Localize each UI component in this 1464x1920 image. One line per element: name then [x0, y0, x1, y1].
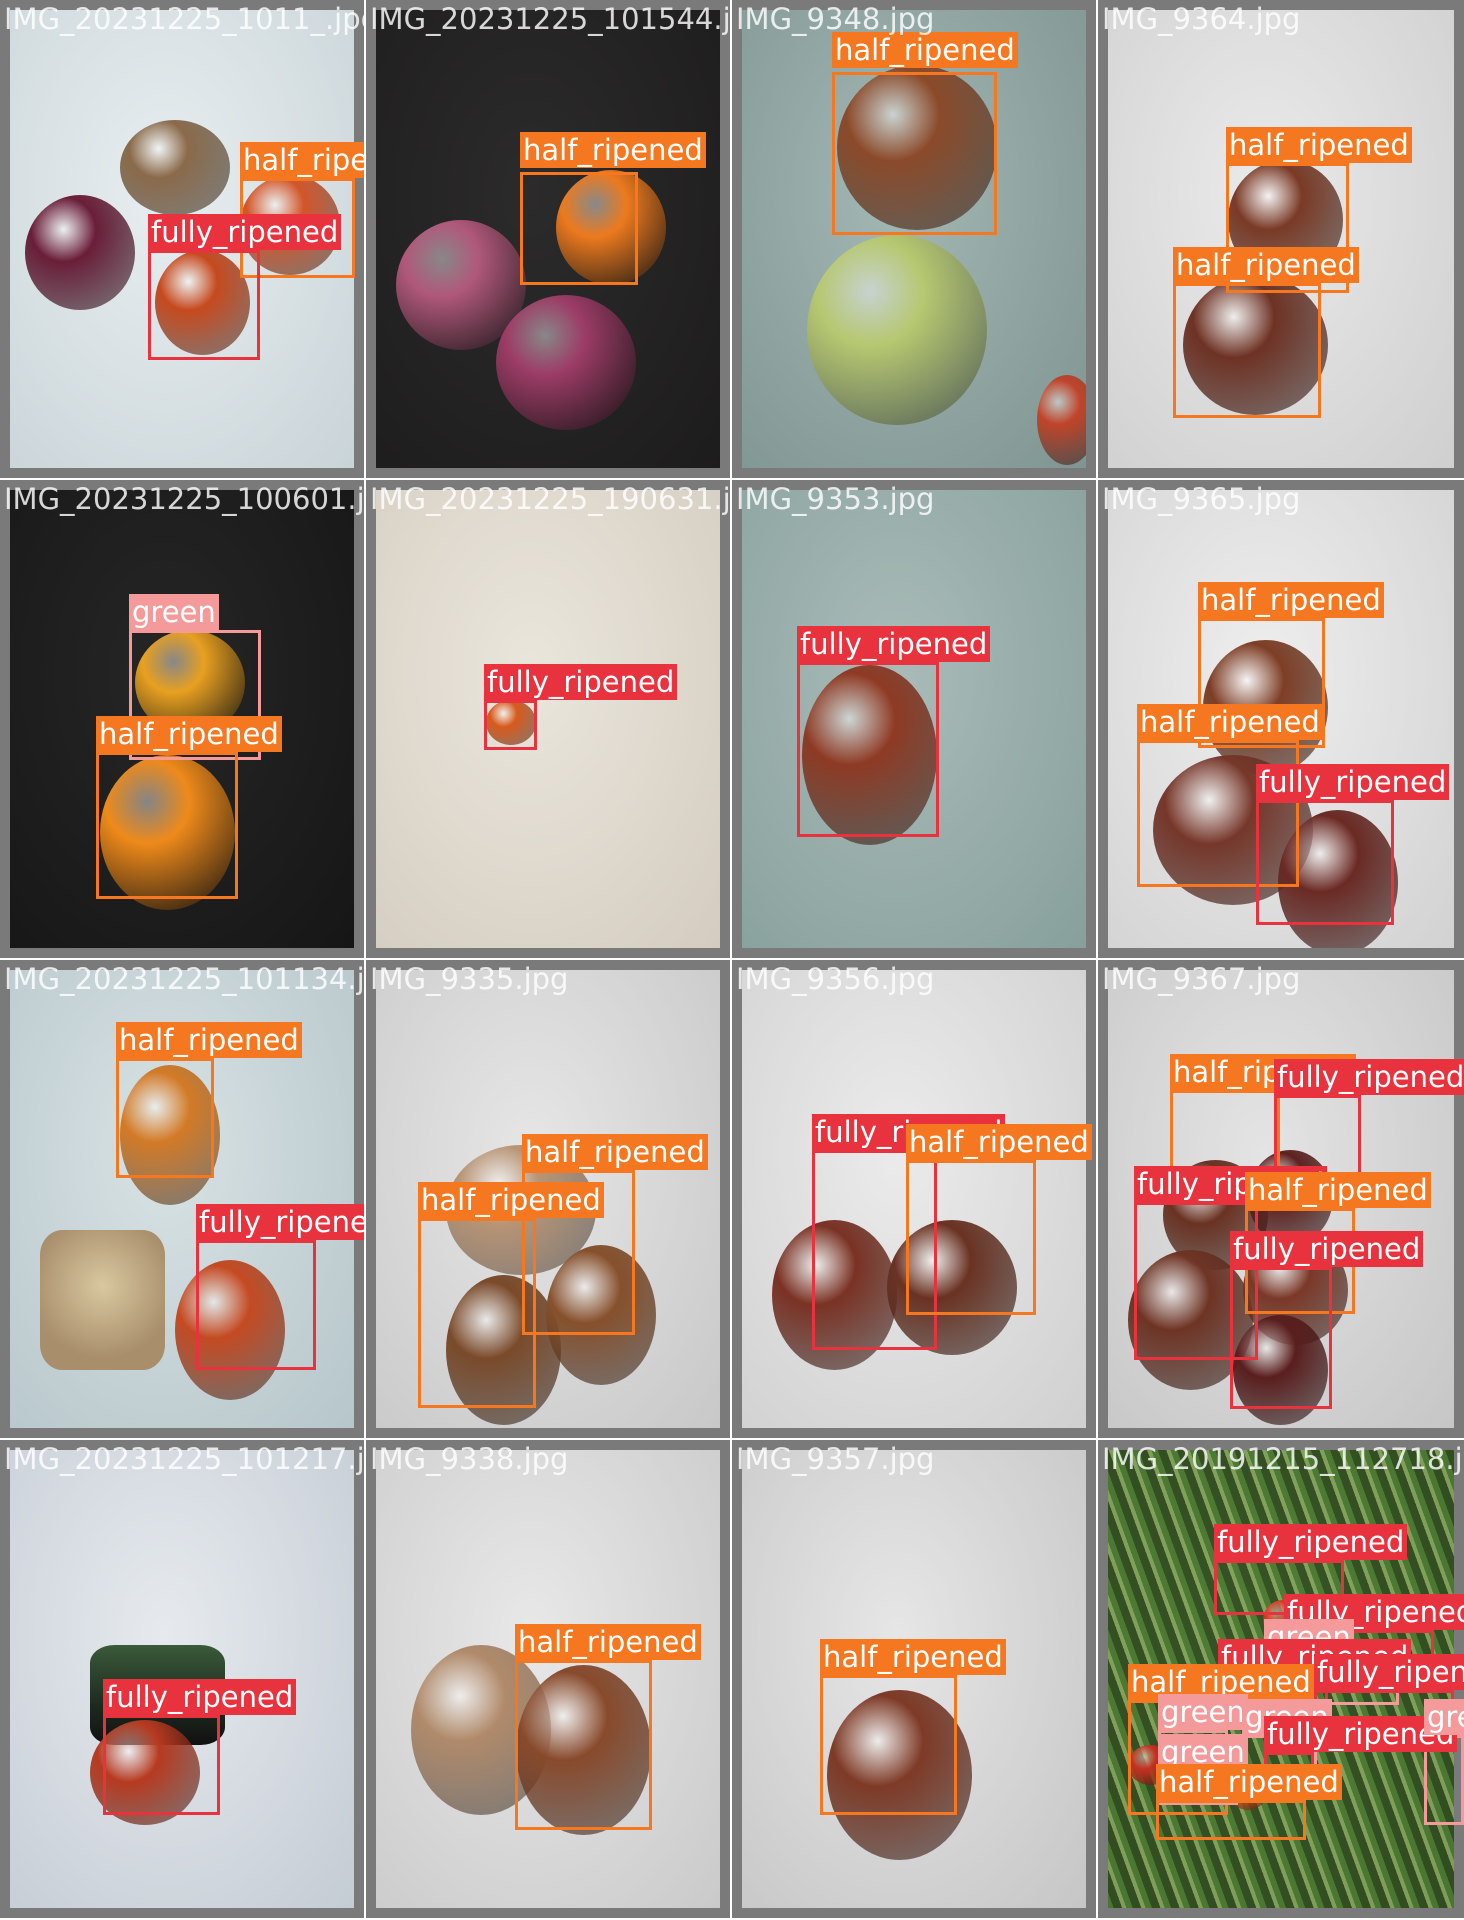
- green-label: green: [1424, 1699, 1464, 1735]
- fully-ripened-label: fully_ripened: [484, 664, 678, 700]
- half-ripened-label: half_ripened: [1245, 1172, 1431, 1208]
- fully-ripened-bounding-box: [103, 1715, 220, 1815]
- onion-object: [496, 295, 636, 430]
- fully-ripened-bounding-box: [1256, 800, 1394, 925]
- green-label: green: [129, 594, 219, 630]
- result-tile: IMG_20191215_112718.jpg fully_ripened full…: [1098, 1440, 1464, 1918]
- green-label: green: [1158, 1694, 1248, 1730]
- fully-ripened-label: fully_ripened: [148, 214, 342, 250]
- result-tile: IMG_9367.jpg half_ripened fully_ripened ful…: [1098, 960, 1464, 1438]
- half-ripened-bounding-box: [515, 1660, 652, 1830]
- half-ripened-label: half_ripened: [520, 132, 706, 168]
- fully-ripened-label: fully_ripened: [1230, 1231, 1424, 1267]
- half-ripened-bounding-box: [1156, 1800, 1306, 1840]
- fully-ripened-label: fully_ripened: [797, 626, 991, 662]
- image-filename: IMG_20191215_112718.jpg: [1102, 1442, 1464, 1476]
- cap-object: [40, 1230, 165, 1370]
- potato-object: [120, 120, 230, 215]
- half-ripened-bounding-box: [96, 752, 238, 899]
- fully-ripened-bounding-box: [484, 700, 537, 750]
- half-ripened-label: half_ripened: [820, 1639, 1006, 1675]
- half-ripened-label: half_ripened: [1226, 127, 1412, 163]
- result-tile: IMG_20231225_101134.jpg half_ripenedfully…: [0, 960, 364, 1438]
- half-ripened-bounding-box: [832, 72, 997, 235]
- image-filename: IMG_20231225_101217.jpg: [4, 1442, 364, 1476]
- image-filename: IMG_20231225_101134.jpg: [4, 962, 364, 996]
- half-ripened-label: half_ripened: [1198, 582, 1384, 618]
- fully-ripened-label: fully_ripened: [103, 1679, 297, 1715]
- half-ripened-label: half_ripened: [832, 32, 1018, 68]
- image-filename: IMG_20231225_101544.jpg: [370, 2, 730, 36]
- half-ripened-label: half_ripened: [96, 716, 282, 752]
- tomato-object: [1037, 375, 1086, 465]
- result-tile: IMG_20231225_101217.jpg fully_ripened: [0, 1440, 364, 1918]
- fully-ripened-label: fully_ripened: [1314, 1654, 1464, 1690]
- half-ripened-label: half_ripened: [240, 142, 364, 178]
- result-tile: IMG_9348.jpg half_ripened: [732, 0, 1096, 478]
- fully-ripened-bounding-box: [196, 1240, 316, 1370]
- half-ripened-bounding-box: [520, 172, 638, 285]
- fully-ripened-label: fully_ripened: [1214, 1524, 1408, 1560]
- half-ripened-label: half_ripened: [116, 1022, 302, 1058]
- half-ripened-bounding-box: [1173, 283, 1321, 418]
- half-ripened-label: half_ripened: [1156, 1764, 1342, 1800]
- image-filename: IMG_9353.jpg: [736, 482, 935, 516]
- result-tile: IMG_20231225_100601.jpggreen half_ripened: [0, 480, 364, 958]
- half-ripened-bounding-box: [418, 1218, 536, 1408]
- image-filename: IMG_20231225_1011_.jpg: [4, 2, 364, 36]
- result-tile: IMG_9338.jpg half_ripened: [366, 1440, 730, 1918]
- image-filename: IMG_9356.jpg: [736, 962, 935, 996]
- detection-results-grid: IMG_20231225_1011_.jpg half_ripened fully_…: [0, 0, 1464, 1920]
- image-filename: IMG_9365.jpg: [1102, 482, 1301, 516]
- result-tile: IMG_20231225_101544.jpg half_ripened: [366, 0, 730, 478]
- image-filename: IMG_9338.jpg: [370, 1442, 569, 1476]
- image-filename: IMG_9364.jpg: [1102, 2, 1301, 36]
- result-tile: IMG_9365.jpg half_ripened half_ripenedfull…: [1098, 480, 1464, 958]
- result-tile: IMG_9353.jpg fully_ripened: [732, 480, 1096, 958]
- fully-ripened-bounding-box: [797, 662, 939, 837]
- result-tile: IMG_9357.jpg half_ripened: [732, 1440, 1096, 1918]
- half-ripened-label: half_ripened: [1137, 704, 1323, 740]
- image-filename: IMG_20231225_190631.jpg: [370, 482, 730, 516]
- half-ripened-bounding-box: [906, 1160, 1036, 1315]
- image-filename: IMG_9348.jpg: [736, 2, 935, 36]
- half-ripened-bounding-box: [820, 1675, 957, 1815]
- image-filename: IMG_20231225_100601.jpg: [4, 482, 364, 516]
- result-tile: IMG_20231225_190631.jpg fully_ripened: [366, 480, 730, 958]
- half-ripened-label: half_ripened: [522, 1134, 708, 1170]
- result-tile: IMG_9335.jpg half_ripened half_ripened: [366, 960, 730, 1438]
- result-tile: IMG_9364.jpg half_ripened half_ripened: [1098, 0, 1464, 478]
- half-ripened-label: half_ripened: [906, 1124, 1092, 1160]
- image-filename: IMG_9367.jpg: [1102, 962, 1301, 996]
- fully-ripened-label: fully_ripened: [1256, 764, 1450, 800]
- fully-ripened-bounding-box: [148, 250, 260, 360]
- image-filename: IMG_9357.jpg: [736, 1442, 935, 1476]
- tile-photo: [376, 490, 720, 948]
- fully-ripened-label: fully_ripened: [196, 1204, 364, 1240]
- half-ripened-label: half_ripened: [418, 1182, 604, 1218]
- result-tile: IMG_20231225_1011_.jpg half_ripened fully_…: [0, 0, 364, 478]
- fully-ripened-label: fully_ripened: [1274, 1059, 1464, 1095]
- image-filename: IMG_9335.jpg: [370, 962, 569, 996]
- result-tile: IMG_9356.jpgfully_ripenedhalf_ripened: [732, 960, 1096, 1438]
- half-ripened-label: half_ripened: [515, 1624, 701, 1660]
- onion-object: [25, 195, 135, 310]
- fully-ripened-bounding-box: [1230, 1267, 1332, 1409]
- half-ripened-label: half_ripened: [1173, 247, 1359, 283]
- half-ripened-bounding-box: [116, 1058, 214, 1178]
- lime-object: [807, 235, 987, 425]
